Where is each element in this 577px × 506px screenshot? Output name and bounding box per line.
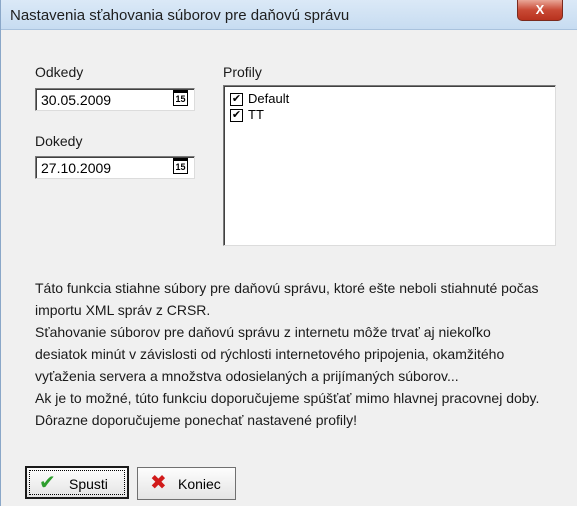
x-icon: ✖ (150, 472, 167, 494)
info-line: Ak je to možné, túto funkciu doporučujem… (35, 390, 540, 406)
profiles-label: Profily (223, 64, 262, 80)
title-bar: Nastavenia sťahovania súborov pre daňovú… (1, 0, 577, 30)
calendar-icon[interactable]: 15 (173, 158, 188, 174)
run-button-label: Spusti (69, 476, 108, 492)
to-label: Dokedy (35, 133, 83, 149)
window-title: Nastavenia sťahovania súborov pre daňovú… (10, 7, 350, 24)
calendar-icon[interactable]: 15 (173, 90, 188, 106)
from-label: Odkedy (35, 64, 84, 80)
end-button-label: Koniec (178, 476, 221, 492)
dialog-window: Nastavenia sťahovania súborov pre daňovú… (0, 0, 577, 506)
checkbox-checked-icon[interactable]: ✔ (230, 109, 243, 122)
close-button[interactable]: X (517, 0, 563, 21)
from-date-value: 30.05.2009 (41, 92, 112, 108)
info-line: desiatok minút v závislosti od rýchlosti… (35, 346, 505, 362)
info-line: Sťahovanie súborov pre daňovú správu z i… (35, 324, 491, 340)
close-icon: X (535, 2, 545, 17)
info-line: vyťaženia servera a množstva odosielanýc… (35, 368, 459, 384)
checkmark-icon: ✔ (39, 472, 56, 494)
profiles-list[interactable]: ✔ Default ✔ TT (223, 85, 556, 246)
from-date-field[interactable]: 30.05.2009 15 (35, 88, 195, 111)
profile-label: TT (248, 107, 264, 122)
run-button[interactable]: ✔ Spusti (25, 466, 129, 499)
to-date-value: 27.10.2009 (41, 160, 112, 176)
profile-label: Default (248, 91, 290, 106)
to-date-field[interactable]: 27.10.2009 15 (35, 156, 195, 179)
info-line: importu XML správ z CRSR. (35, 302, 211, 318)
info-line: Táto funkcia stiahne súbory pre daňovú s… (35, 280, 539, 296)
end-button[interactable]: ✖ Koniec (137, 467, 236, 500)
checkbox-checked-icon[interactable]: ✔ (230, 93, 243, 106)
info-line: Dôrazne doporučujeme ponechať nastavené … (35, 412, 358, 428)
info-text: Táto funkcia stiahne súbory pre daňovú s… (35, 277, 555, 431)
